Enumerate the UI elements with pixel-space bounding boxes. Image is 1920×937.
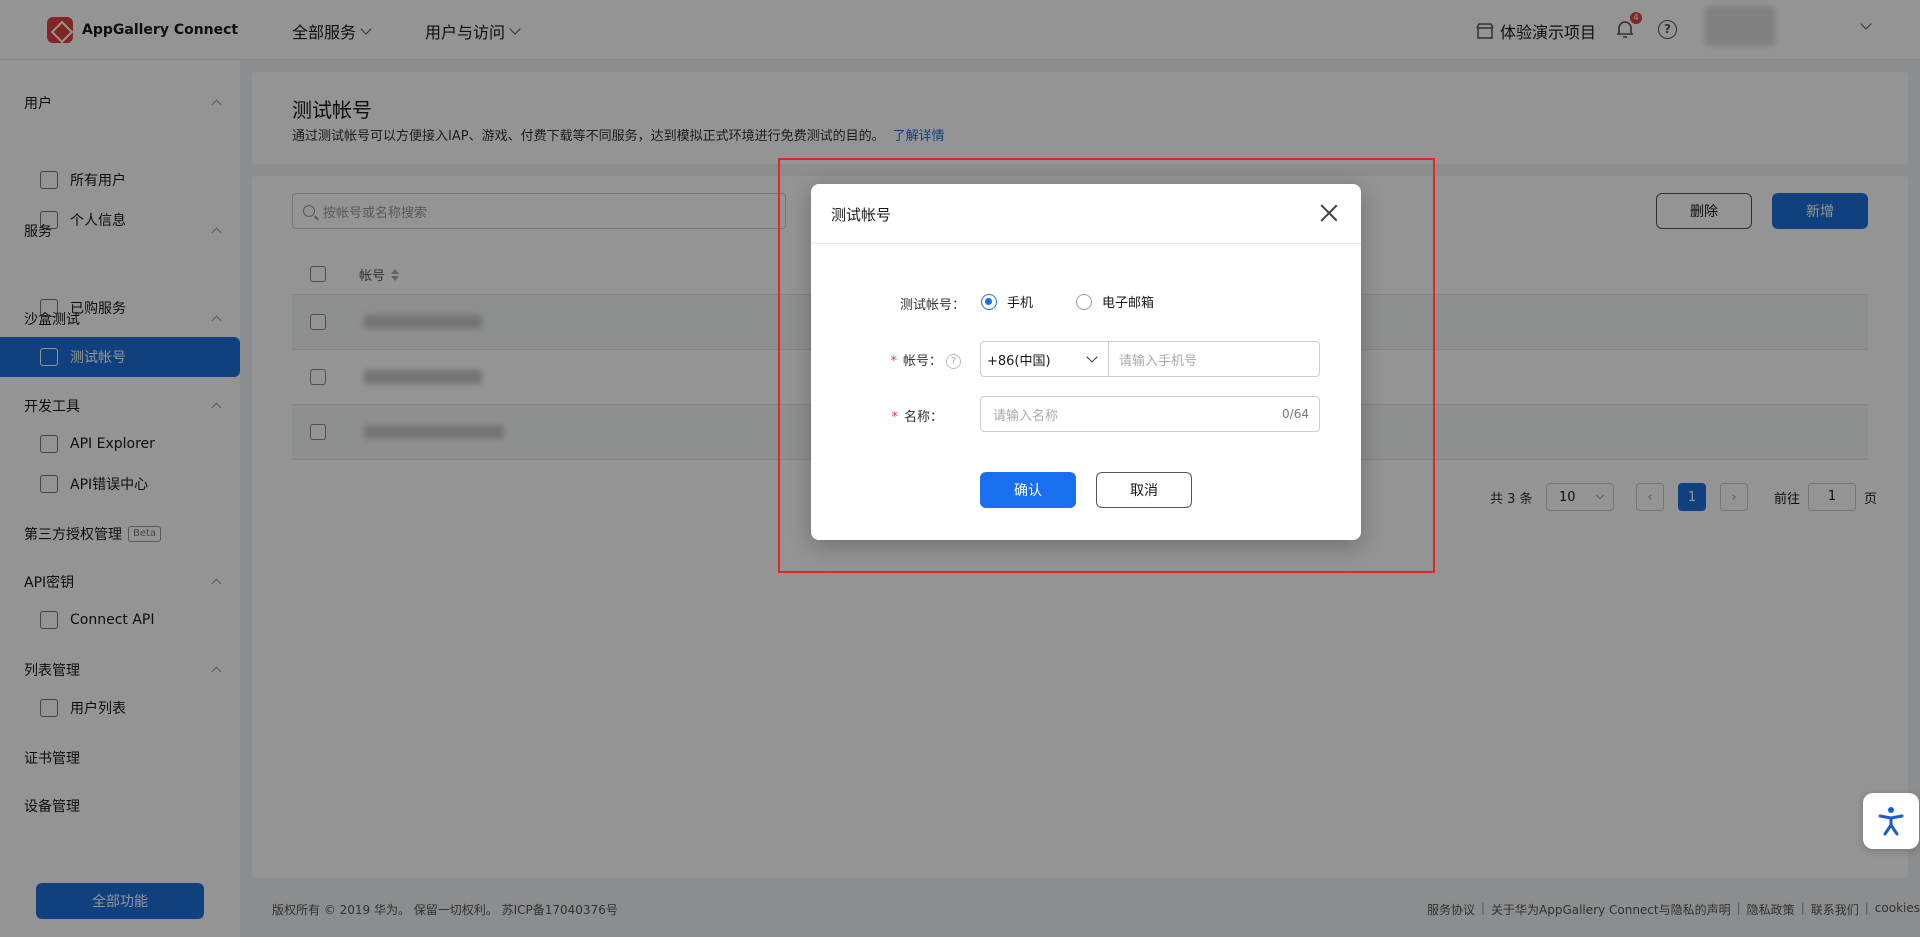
close-icon[interactable]	[1320, 204, 1338, 222]
radio-checked-icon	[981, 293, 997, 310]
name-label: * 名称：	[823, 406, 943, 425]
question-icon[interactable]: ?	[946, 354, 961, 369]
required-marker: *	[891, 410, 898, 425]
country-code-value: +86(中国)	[987, 353, 1051, 369]
required-marker: *	[890, 354, 897, 369]
account-label: * 帐号：?	[841, 350, 961, 369]
radio-phone[interactable]: 手机	[981, 292, 1033, 311]
name-char-counter: 0/64	[1282, 407, 1309, 421]
phone-number-input[interactable]: 请输入手机号	[1109, 342, 1319, 376]
dialog-title: 测试帐号	[831, 206, 892, 224]
name-label-text: 名称：	[903, 410, 943, 425]
account-type-label: 测试帐号：	[899, 298, 965, 313]
confirm-button[interactable]: 确认	[980, 472, 1076, 508]
radio-phone-label: 手机	[1007, 296, 1034, 311]
phone-input-group: +86(中国) 请输入手机号	[980, 341, 1320, 377]
radio-email[interactable]: 电子邮箱	[1076, 292, 1154, 311]
accessibility-icon	[1878, 807, 1904, 836]
dialog-header: 测试帐号	[811, 184, 1361, 244]
account-label-text: 帐号：	[902, 354, 942, 369]
radio-email-label: 电子邮箱	[1102, 296, 1155, 311]
cancel-button[interactable]: 取消	[1096, 472, 1192, 508]
chevron-down-icon	[1086, 351, 1098, 363]
name-placeholder: 请输入名称	[993, 408, 1059, 424]
country-code-select[interactable]: +86(中国)	[981, 342, 1109, 376]
name-input[interactable]: 请输入名称 0/64	[980, 396, 1320, 432]
test-account-dialog: 测试帐号 测试帐号： 手机 电子邮箱 * 帐号：? +86(中国) 请输入手机号 …	[811, 184, 1361, 540]
accessibility-button[interactable]	[1863, 793, 1919, 849]
phone-number-placeholder: 请输入手机号	[1119, 353, 1198, 369]
radio-unchecked-icon	[1076, 293, 1092, 310]
